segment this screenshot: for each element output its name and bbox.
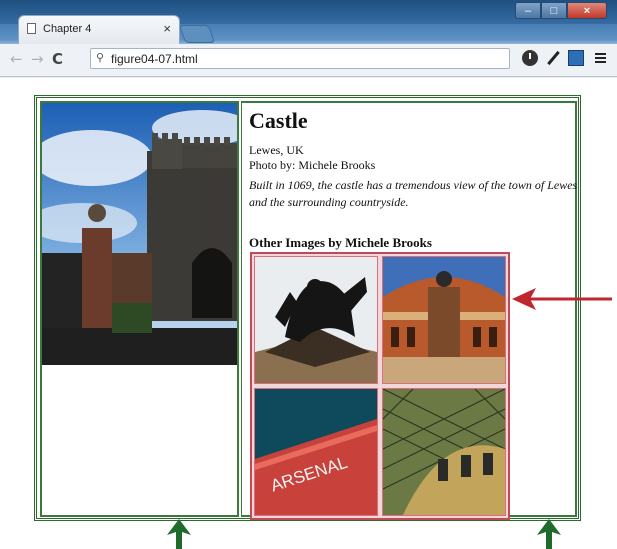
back-arrow-icon[interactable]: ← bbox=[10, 50, 23, 68]
thumbnail-glass-roof[interactable] bbox=[382, 388, 506, 516]
arsenal-image: ARSENAL bbox=[255, 389, 377, 515]
statue-image bbox=[255, 257, 377, 383]
browser-chrome: Chapter 4 × – □ × ← → C ⚲ figure04-07.ht… bbox=[0, 0, 617, 78]
page-title: Castle bbox=[249, 108, 308, 133]
browser-tab[interactable]: Chapter 4 × bbox=[18, 15, 180, 45]
thumbnail-arsenal[interactable]: ARSENAL bbox=[254, 388, 378, 516]
tab-title: Chapter 4 bbox=[43, 23, 92, 35]
minimize-button[interactable]: – bbox=[515, 2, 541, 19]
location-text: Lewes, UK bbox=[249, 143, 304, 157]
green-arrow-left-annotation bbox=[167, 519, 191, 549]
photo-credit: Photo by: Michele Brooks bbox=[249, 158, 376, 172]
red-arrow-annotation bbox=[512, 288, 612, 310]
left-column bbox=[40, 101, 239, 517]
castle-photo bbox=[42, 103, 237, 365]
layout-table: Castle Lewes, UK Photo by: Michele Brook… bbox=[34, 95, 581, 521]
thumbnail-gallery: ARSENAL bbox=[250, 252, 510, 520]
new-tab-button[interactable] bbox=[178, 25, 216, 43]
description-text: Built in 1069, the castle has a tremendo… bbox=[249, 178, 578, 209]
clock-icon[interactable] bbox=[522, 50, 538, 66]
eyedropper-icon[interactable] bbox=[545, 50, 561, 66]
screen-capture-icon[interactable] bbox=[568, 50, 584, 66]
thumbnail-concert-hall[interactable] bbox=[382, 256, 506, 384]
document-icon bbox=[27, 23, 36, 34]
close-window-button[interactable]: × bbox=[567, 2, 607, 19]
glass-roof-image bbox=[383, 389, 505, 515]
green-arrow-right-annotation bbox=[537, 519, 561, 549]
forward-arrow-icon[interactable]: → bbox=[31, 50, 44, 68]
tab-close-button[interactable]: × bbox=[163, 21, 171, 36]
page-viewport: Castle Lewes, UK Photo by: Michele Brook… bbox=[0, 78, 617, 549]
browser-toolbar: ← → C ⚲ figure04-07.html bbox=[0, 44, 617, 77]
other-images-heading: Other Images by Michele Brooks bbox=[249, 235, 432, 250]
url-text[interactable]: figure04-07.html bbox=[111, 52, 198, 66]
concert-hall-image bbox=[383, 257, 505, 383]
reload-icon[interactable]: C bbox=[52, 50, 63, 68]
thumbnail-statue[interactable] bbox=[254, 256, 378, 384]
window-controls: – □ × bbox=[515, 2, 607, 20]
address-bar[interactable]: ⚲ figure04-07.html bbox=[90, 48, 510, 69]
menu-icon[interactable] bbox=[593, 50, 609, 66]
search-icon: ⚲ bbox=[96, 51, 105, 64]
maximize-button[interactable]: □ bbox=[541, 2, 567, 19]
